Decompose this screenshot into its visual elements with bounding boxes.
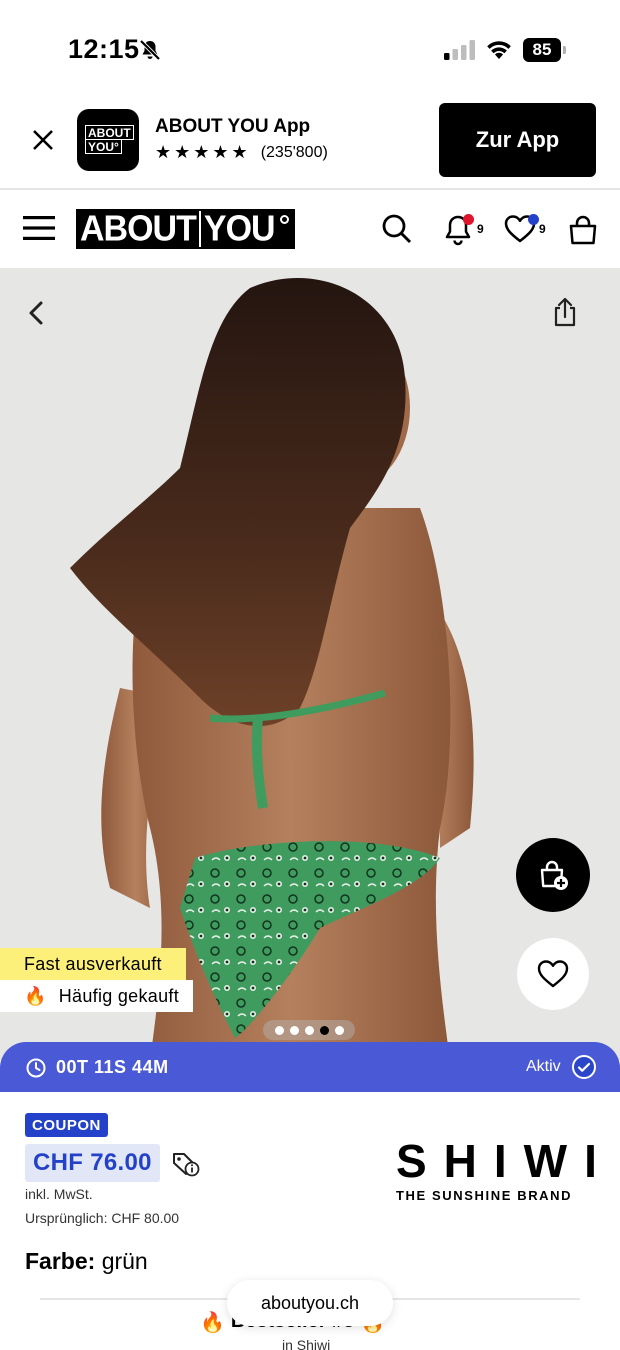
battery-tip (563, 46, 566, 54)
wishlist-count: 9 (539, 222, 546, 236)
open-app-button[interactable]: Zur App (439, 103, 596, 177)
logo-separator (198, 211, 201, 247)
cellular-signal-icon (444, 40, 475, 60)
brand-logo[interactable]: SHIWI THE SUNSHINE BRAND (396, 1135, 614, 1203)
carousel-dot[interactable] (289, 1025, 299, 1035)
carousel-dot[interactable] (274, 1025, 284, 1035)
app-icon-text: ABOUT (85, 125, 134, 140)
bestseller-subtitle: in Shiwi (282, 1337, 331, 1350)
wishlist-dot (528, 214, 539, 225)
coupon-status: Aktiv (526, 1058, 561, 1075)
logo-text: YOU (203, 209, 276, 249)
fire-icon: 🔥 (200, 1312, 225, 1334)
fire-icon: 🔥 (24, 985, 47, 1006)
logo-text: ABOUT (80, 209, 197, 249)
about-you-logo[interactable]: ABOUT YOU (76, 209, 295, 249)
notifications-count: 9 (477, 222, 484, 236)
status-time: 12:15 (68, 34, 140, 64)
app-install-banner: ABOUT YOU° ABOUT YOU App ★★★★★ (235'800)… (0, 100, 620, 188)
popular-badge: 🔥 Häufig gekauft (0, 980, 193, 1012)
coupon-badge: COUPON (25, 1113, 108, 1137)
clock-icon (26, 1058, 46, 1078)
original-price: Ursprünglich: CHF 80.00 (25, 1210, 179, 1226)
add-to-bag-button[interactable] (516, 838, 590, 912)
app-name: ABOUT YOU App (155, 116, 311, 137)
product-photo (70, 278, 474, 1060)
original-price-label: Ursprünglich: (25, 1210, 108, 1226)
close-icon[interactable] (28, 125, 58, 155)
shopping-bag-icon[interactable] (566, 212, 600, 246)
vat-note: inkl. MwSt. (25, 1186, 93, 1202)
popular-label: Häufig gekauft (58, 985, 179, 1006)
back-chevron-icon[interactable] (22, 298, 50, 328)
carousel-dot[interactable] (304, 1025, 314, 1035)
app-icon-text: YOU° (85, 138, 122, 154)
hamburger-menu-icon[interactable] (23, 214, 55, 242)
carousel-dot[interactable] (334, 1025, 344, 1035)
star-rating-icon: ★★★★★ (155, 142, 251, 162)
original-price-value: CHF 80.00 (111, 1210, 180, 1226)
color-value: grün (101, 1248, 148, 1274)
status-bar: 12:15 85 (0, 0, 620, 100)
carousel-indicator[interactable] (263, 1020, 355, 1040)
coupon-countdown-bar: 00T 11S 44M Aktiv (0, 1042, 620, 1092)
battery-level: 85 (523, 38, 561, 62)
price-tag-info-icon[interactable] (171, 1150, 201, 1178)
countdown-time: 00T 11S 44M (56, 1057, 169, 1077)
add-to-wishlist-button[interactable] (517, 938, 589, 1010)
check-icon (572, 1055, 596, 1079)
product-image-gallery[interactable]: Fast ausverkauft 🔥 Häufig gekauft (0, 268, 620, 1060)
app-icon: ABOUT YOU° (77, 109, 139, 171)
heart-icon (537, 960, 569, 988)
search-icon[interactable] (380, 212, 414, 246)
color-selection: Farbe: grün (25, 1248, 148, 1275)
wifi-icon (487, 41, 511, 59)
site-header: ABOUT YOU 9 9 (0, 190, 620, 268)
low-stock-badge: Fast ausverkauft (0, 948, 186, 980)
rating-count: (235'800) (260, 143, 328, 161)
bell-muted-icon (139, 39, 161, 61)
share-icon[interactable] (550, 296, 580, 328)
logo-degree-mark (279, 215, 289, 224)
brand-name: SHIWI (396, 1135, 614, 1187)
browser-url-bar[interactable]: aboutyou.ch (227, 1280, 393, 1326)
app-rating: ★★★★★ (235'800) (155, 142, 328, 163)
notification-dot (463, 214, 474, 225)
brand-tagline: THE SUNSHINE BRAND (396, 1188, 573, 1203)
carousel-dot[interactable] (319, 1025, 329, 1035)
current-price: CHF 76.00 (25, 1144, 160, 1182)
bag-plus-icon (540, 860, 568, 890)
battery-indicator: 85 (523, 38, 567, 62)
color-label: Farbe: (25, 1248, 96, 1274)
